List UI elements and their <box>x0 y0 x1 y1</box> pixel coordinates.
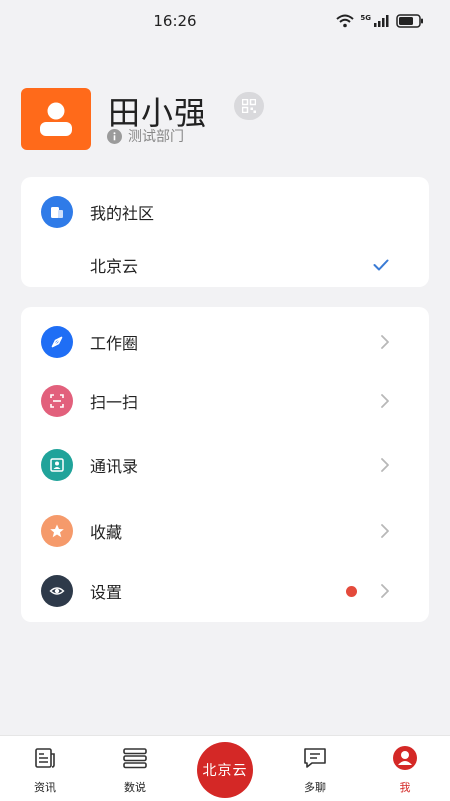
status-bar: 16:26 5G <box>0 0 450 44</box>
menu-item-settings[interactable]: 设置 <box>21 566 429 616</box>
star-icon <box>41 515 73 547</box>
menu-item-work-circle[interactable]: 工作圈 <box>21 317 429 367</box>
menu-item-favorites[interactable]: 收藏 <box>21 506 429 556</box>
tab-label: 多聊 <box>304 781 326 794</box>
community-title: 我的社区 <box>90 204 155 223</box>
chevron-right-icon <box>381 458 389 472</box>
compass-icon <box>41 326 73 358</box>
status-time: 16:26 <box>153 12 197 30</box>
contacts-icon <box>41 449 73 481</box>
wifi-icon <box>336 14 355 28</box>
status-icons: 5G <box>336 14 424 28</box>
signal-icon <box>374 15 389 27</box>
tab-me[interactable]: 我 <box>365 736 445 801</box>
tab-data[interactable]: 数说 <box>95 736 175 801</box>
menu-item-label: 收藏 <box>90 523 123 542</box>
community-option-label: 北京云 <box>90 257 139 276</box>
chevron-right-icon <box>381 524 389 538</box>
qr-code-button[interactable] <box>234 92 264 120</box>
center-logo-button[interactable]: 北京云 <box>197 742 253 798</box>
checkmark-icon <box>373 259 389 271</box>
menu-item-contacts[interactable]: 通讯录 <box>21 440 429 490</box>
menu-item-scan[interactable]: 扫一扫 <box>21 376 429 426</box>
bottom-tab-bar: 资讯 数说 北京云 多聊 我 <box>0 735 450 801</box>
tab-label: 资讯 <box>34 781 56 794</box>
person-icon <box>40 102 72 136</box>
battery-icon <box>396 14 423 28</box>
profile-icon <box>393 746 417 770</box>
department: 测试部门 <box>107 126 184 146</box>
chat-icon <box>304 748 326 768</box>
menu-item-label: 扫一扫 <box>90 393 139 412</box>
info-icon <box>107 128 122 144</box>
network-label: 5G <box>360 14 371 22</box>
chevron-right-icon <box>381 584 389 598</box>
my-community-row[interactable]: 我的社区 <box>21 187 429 237</box>
menu-item-label: 通讯录 <box>90 457 139 476</box>
scan-icon <box>41 385 73 417</box>
profile-header: 田小强 测试部门 <box>21 88 431 152</box>
community-icon <box>41 196 73 228</box>
tab-chat[interactable]: 多聊 <box>275 736 355 801</box>
menu-item-label: 工作圈 <box>90 334 139 353</box>
settings-icon <box>41 575 73 607</box>
menu-card: 工作圈 扫一扫 通讯录 收藏 设置 <box>21 307 429 622</box>
news-icon <box>35 748 55 768</box>
tab-label: 数说 <box>124 781 146 794</box>
community-card: 我的社区 北京云 <box>21 177 429 287</box>
notification-dot <box>346 585 357 597</box>
avatar[interactable] <box>21 88 91 150</box>
chevron-right-icon <box>381 394 389 408</box>
stack-icon <box>123 748 147 769</box>
menu-item-label: 设置 <box>90 583 123 602</box>
community-option-row[interactable]: 北京云 <box>21 240 429 290</box>
chevron-right-icon <box>381 335 389 349</box>
tab-label: 我 <box>399 781 411 794</box>
department-label: 测试部门 <box>128 129 184 145</box>
qr-code-icon <box>242 99 256 113</box>
tab-news[interactable]: 资讯 <box>5 736 85 801</box>
